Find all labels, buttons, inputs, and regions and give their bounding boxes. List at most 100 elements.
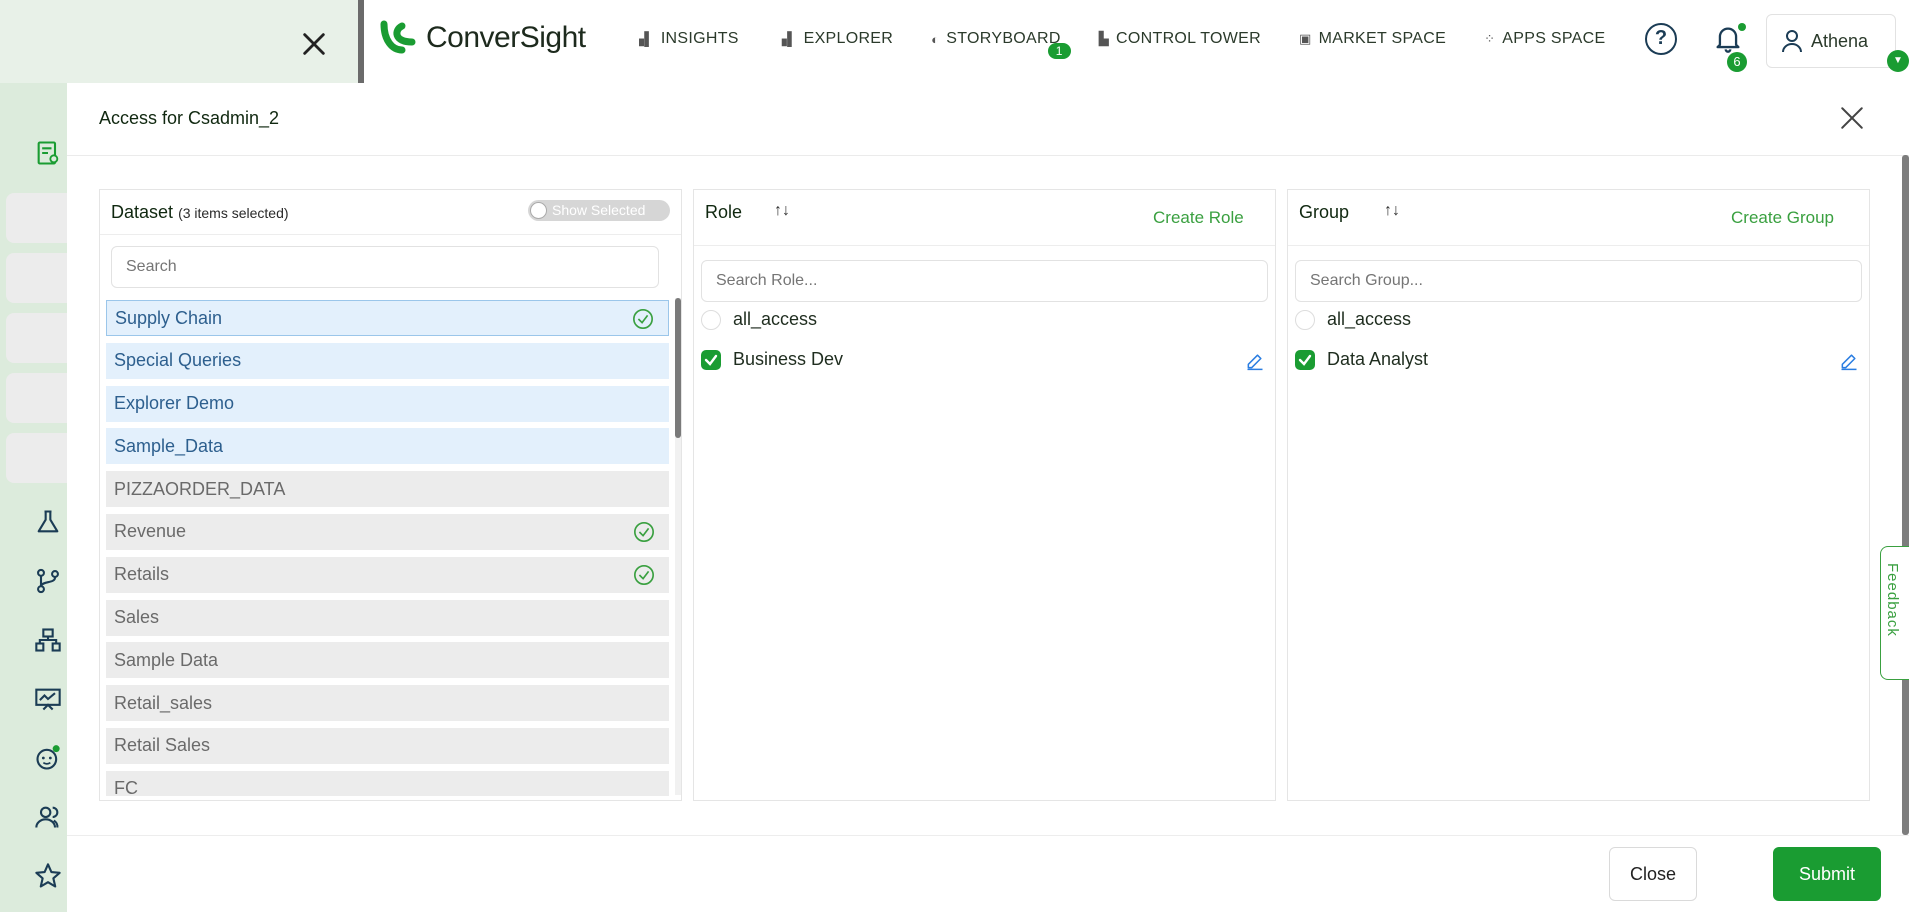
group-search-input[interactable] (1295, 260, 1862, 302)
group-panel-header: Group ↑↓ Create Group (1288, 190, 1869, 246)
factory-icon: ▙ (1098, 31, 1110, 46)
nav-label: CONTROL TOWER (1116, 30, 1261, 47)
group-option[interactable]: Data Analyst (1295, 349, 1428, 370)
dataset-item[interactable]: Sample_Data (106, 428, 669, 465)
sidebar-placeholder (6, 313, 67, 363)
dataset-item[interactable]: Retail Sales (106, 727, 669, 764)
chevron-down-icon[interactable]: ▼ (1887, 50, 1909, 72)
role-option-label: all_access (733, 309, 818, 329)
group-option-label: all_access (1327, 309, 1412, 329)
close-icon[interactable] (300, 30, 328, 58)
flask-icon[interactable] (34, 508, 62, 536)
create-role-link[interactable]: Create Role (1153, 208, 1244, 228)
dataset-item[interactable]: Revenue (106, 513, 669, 550)
group-title: Group (1299, 202, 1350, 222)
checkbox-checked[interactable] (1295, 349, 1315, 370)
bar-chart-icon: ▗▌ (634, 31, 654, 46)
create-group-link[interactable]: Create Group (1731, 208, 1834, 228)
dataset-scrollbar[interactable] (675, 298, 681, 795)
notification-count-badge: 6 (1727, 52, 1747, 72)
close-button[interactable]: Close (1609, 847, 1697, 901)
role-option-label: Business Dev (733, 349, 844, 369)
nav-insights[interactable]: ▗▌ INSIGHTS (634, 30, 739, 48)
sidebar-placeholder (6, 253, 67, 303)
dataset-item[interactable]: Sales (106, 599, 669, 636)
dataset-item[interactable]: Retail_sales (106, 685, 669, 722)
dataset-item-label: FC (114, 778, 138, 796)
users-icon[interactable] (34, 803, 62, 831)
role-option[interactable]: all_access (701, 309, 817, 330)
toggle-label: Show Selected (552, 202, 646, 218)
nav-apps-space[interactable]: ⁘ APPS SPACE (1484, 30, 1605, 48)
edit-icon[interactable] (1839, 351, 1859, 371)
nav-explorer[interactable]: ▗▌ EXPLORER (777, 30, 893, 48)
storyboard-badge: 1 (1047, 43, 1071, 59)
dataset-item[interactable]: Supply Chain (106, 300, 669, 336)
user-menu[interactable]: Athena (1766, 14, 1896, 68)
modal-header: Access for Csadmin_2 (67, 83, 1909, 156)
feedback-label: Feedback (1884, 563, 1901, 637)
nav-label: INSIGHTS (660, 30, 739, 47)
bot-icon[interactable] (34, 744, 62, 772)
dataset-panel-header: Dataset (3 items selected) Show Selected (100, 190, 681, 235)
nav-label: STORYBOARD (946, 30, 1061, 47)
dataset-item[interactable]: PIZZAORDER_DATA (106, 471, 669, 508)
close-icon[interactable] (1839, 105, 1865, 131)
edit-icon[interactable] (1245, 351, 1265, 371)
dataset-item-label: Retails (114, 564, 170, 585)
dataset-search-input[interactable] (111, 246, 659, 288)
star-icon[interactable] (34, 862, 62, 890)
panel-topbar (0, 0, 360, 83)
brand-logo[interactable]: ConverSight (378, 20, 586, 56)
scroll-thumb[interactable] (675, 298, 681, 438)
access-modal: Access for Csadmin_2 Dataset (3 items se… (67, 83, 1909, 912)
dataset-item-label: Revenue (114, 521, 187, 542)
role-title: Role (705, 202, 743, 222)
check-circle-icon (634, 521, 654, 542)
toggle-knob (530, 202, 547, 219)
role-option[interactable]: Business Dev (701, 349, 843, 370)
nav-control-tower[interactable]: ▙ CONTROL TOWER (1099, 30, 1261, 48)
dataset-item[interactable]: Sample Data (106, 642, 669, 679)
checkbox[interactable] (701, 309, 721, 330)
nav-market-space[interactable]: ▣ MARKET SPACE (1299, 30, 1446, 48)
nav-storyboard[interactable]: ◐ STORYBOARD 1 (931, 30, 1071, 59)
sort-icon[interactable]: ↑↓ (1384, 202, 1400, 220)
branch-icon[interactable] (34, 567, 62, 595)
check-icon (704, 354, 718, 366)
grid-icon: ⁘ (1484, 31, 1496, 46)
dataset-title: Dataset (3 items selected) (111, 202, 289, 223)
checkbox[interactable] (1295, 309, 1315, 330)
dataset-item[interactable]: Retails (106, 556, 669, 593)
dataset-item-label: Supply Chain (115, 307, 223, 328)
presentation-chart-icon[interactable] (34, 685, 62, 713)
dataset-item[interactable]: FC (106, 770, 669, 796)
top-header: ConverSight ▗▌ INSIGHTS ▗▌ EXPLORER ◐ ST… (364, 0, 1909, 83)
show-selected-toggle[interactable]: Show Selected (528, 200, 670, 221)
group-panel: Group ↑↓ Create Group all_access Data An… (1287, 189, 1870, 801)
modal-title: Access for Csadmin_2 (99, 108, 280, 128)
hierarchy-icon[interactable] (34, 626, 62, 654)
user-name: Athena (1811, 30, 1869, 51)
feedback-tab[interactable]: Feedback (1880, 546, 1909, 680)
user-icon (1782, 30, 1802, 53)
sort-icon[interactable]: ↑↓ (774, 202, 790, 220)
bar-chart-icon: ▗▌ (776, 31, 797, 46)
dataset-item[interactable]: Explorer Demo (106, 385, 669, 422)
dataset-item-label: Retail_sales (114, 692, 213, 713)
modal-scrollbar[interactable] (1902, 155, 1909, 835)
report-icon[interactable] (34, 139, 62, 167)
dataset-item-label: Retail Sales (114, 735, 211, 756)
submit-button[interactable]: Submit (1773, 847, 1881, 901)
group-option[interactable]: all_access (1295, 309, 1411, 330)
dataset-list: Supply Chain Special Queries Explorer Demo… (106, 300, 669, 796)
conversight-logo-icon (380, 20, 416, 54)
role-panel: Role ↑↓ Create Role all_access Business … (693, 189, 1276, 801)
sidebar-placeholder (6, 193, 67, 243)
check-icon (1298, 354, 1312, 366)
role-search-input[interactable] (701, 260, 1268, 302)
dataset-panel: Dataset (3 items selected) Show Selected… (99, 189, 682, 801)
dataset-item[interactable]: Special Queries (106, 342, 669, 379)
help-icon[interactable]: ? (1645, 23, 1677, 55)
checkbox-checked[interactable] (701, 349, 721, 370)
